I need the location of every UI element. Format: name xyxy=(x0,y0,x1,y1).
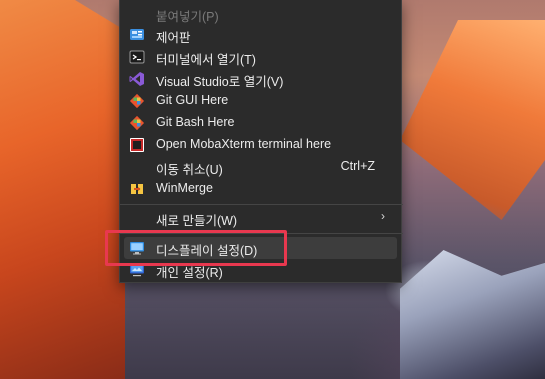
menu-item-label: 이동 취소(U) xyxy=(156,163,223,177)
menu-item-mobaxterm[interactable]: Open MobaXterm terminal here xyxy=(124,134,397,156)
menu-item-label: 제어판 xyxy=(156,31,191,45)
menu-item-open-visual-studio[interactable]: Visual Studio로 열기(V) xyxy=(124,68,397,90)
wallpaper-snow-right xyxy=(400,250,545,379)
menu-item-label: Git Bash Here xyxy=(156,115,235,129)
menu-item-label: Git GUI Here xyxy=(156,93,229,107)
wallpaper-rock-right xyxy=(400,20,545,220)
control-panel-icon xyxy=(129,27,145,43)
menu-item-paste: 붙여넣기(P) xyxy=(124,3,397,25)
menu-item-control-panel[interactable]: 제어판 xyxy=(124,24,397,46)
menu-item-new[interactable]: 새로 만들기(W) › xyxy=(124,207,397,229)
menu-item-git-bash[interactable]: Git Bash Here xyxy=(124,112,397,134)
menu-item-label: 터미널에서 열기(T) xyxy=(156,53,256,67)
chevron-right-icon: › xyxy=(381,209,385,223)
git-bash-icon xyxy=(129,115,145,131)
menu-item-label: 붙여넣기(P) xyxy=(156,10,219,24)
menu-item-label: Visual Studio로 열기(V) xyxy=(156,75,284,89)
terminal-icon xyxy=(129,49,145,65)
menu-item-open-terminal[interactable]: 터미널에서 열기(T) xyxy=(124,46,397,68)
menu-item-label: 새로 만들기(W) xyxy=(156,214,238,228)
wallpaper-rock-left xyxy=(0,0,125,379)
highlight-box xyxy=(105,230,287,266)
menu-item-label: WinMerge xyxy=(156,181,213,195)
menu-item-winmerge[interactable]: WinMerge xyxy=(124,178,397,200)
menu-separator xyxy=(120,204,403,205)
menu-item-undo-move[interactable]: 이동 취소(U) Ctrl+Z xyxy=(124,156,397,178)
visual-studio-icon xyxy=(129,71,145,87)
mobaxterm-icon xyxy=(129,137,145,153)
menu-item-label: Open MobaXterm terminal here xyxy=(156,137,332,151)
winmerge-icon xyxy=(129,181,145,197)
git-gui-icon xyxy=(129,93,145,109)
menu-item-shortcut: Ctrl+Z xyxy=(340,159,375,173)
menu-item-git-gui[interactable]: Git GUI Here xyxy=(124,90,397,112)
